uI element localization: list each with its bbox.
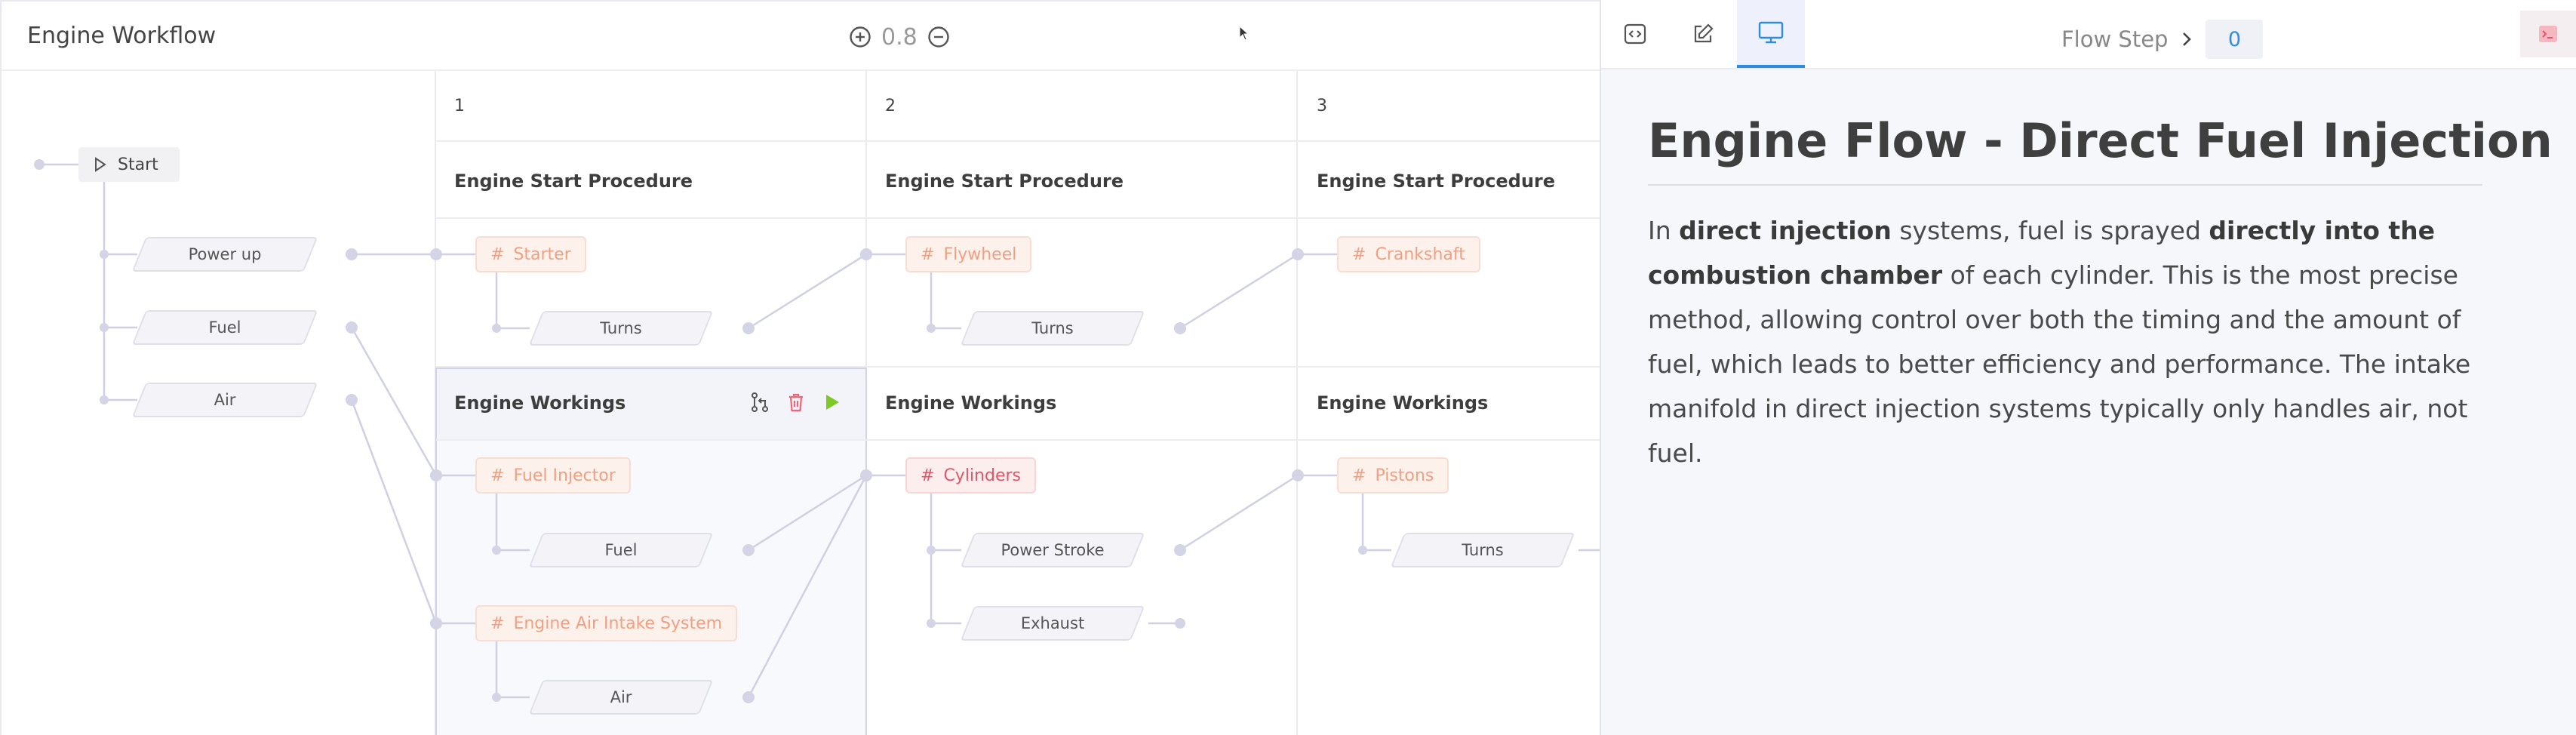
- app-title: Engine Workflow: [27, 23, 217, 49]
- output-flywheel-turns[interactable]: Turns: [967, 311, 1138, 346]
- doc-divider: [1648, 184, 2482, 186]
- input-air[interactable]: Air: [139, 383, 311, 417]
- breadcrumb: Flow Step 0: [2061, 20, 2264, 59]
- hash-icon: #: [921, 466, 935, 485]
- hash-icon: #: [921, 244, 935, 264]
- output-fuel[interactable]: Fuel: [536, 533, 706, 567]
- column-divider: [1296, 71, 1298, 735]
- delete-icon[interactable]: [785, 391, 807, 414]
- section-title-workings-1: Engine Workings: [454, 392, 626, 414]
- zoom-control: 0.8: [848, 23, 951, 51]
- tab-preview[interactable]: [1737, 0, 1805, 68]
- chevron-right-icon: [2183, 32, 2192, 46]
- row-separator: [436, 217, 1601, 219]
- detail-panel: Flow Step 0 Engine Flow - Direct Fuel In…: [1600, 0, 2576, 735]
- doc-body: In direct injection systems, fuel is spr…: [1648, 208, 2501, 475]
- doc-text-bold: direct injection: [1679, 216, 1892, 245]
- doc-text-segment: In: [1648, 216, 1680, 245]
- output-pistons-turns[interactable]: Turns: [1397, 533, 1568, 567]
- step-pistons[interactable]: # Pistons: [1337, 457, 1449, 494]
- input-power-up[interactable]: Power up: [139, 237, 311, 272]
- step-crankshaft[interactable]: # Crankshaft: [1337, 236, 1480, 272]
- row-separator: [436, 140, 1601, 142]
- play-outline-icon: [95, 157, 106, 172]
- hash-icon: #: [490, 614, 505, 633]
- step-number-badge[interactable]: 0: [2206, 20, 2264, 59]
- section-title-workings-3: Engine Workings: [1317, 392, 1489, 414]
- canvas-topbar: Engine Workflow 0.8: [2, 2, 1601, 71]
- section-toolbar: [749, 391, 844, 414]
- doc-text-segment: systems, fuel is sprayed: [1891, 216, 2209, 245]
- play-icon[interactable]: [821, 391, 844, 414]
- doc-text-segment: of each cylinder. This is the most preci…: [1648, 260, 2471, 468]
- mouse-pointer-icon: [1239, 25, 1250, 44]
- code-icon: [1624, 23, 1646, 45]
- terminal-button[interactable]: [2520, 11, 2576, 57]
- step-flywheel[interactable]: # Flywheel: [905, 236, 1032, 272]
- output-air[interactable]: Air: [536, 680, 706, 715]
- column-number-3: 3: [1317, 97, 1327, 115]
- hash-icon: #: [1352, 466, 1366, 485]
- row-separator: [436, 439, 1601, 441]
- zoom-in-icon[interactable]: [848, 25, 872, 49]
- section-title-start-procedure-2: Engine Start Procedure: [885, 171, 1124, 192]
- pencil-icon: [1694, 23, 1714, 43]
- step-starter[interactable]: # Starter: [475, 236, 586, 272]
- zoom-level: 0.8: [881, 23, 918, 51]
- workflow-canvas[interactable]: 1 2 3 Engine Start Procedure Engine Star…: [0, 0, 1601, 735]
- hash-icon: #: [490, 466, 505, 485]
- input-fuel[interactable]: Fuel: [139, 310, 311, 345]
- app-root: 1 2 3 Engine Start Procedure Engine Star…: [0, 0, 2576, 735]
- breadcrumb-label: Flow Step: [2061, 26, 2169, 52]
- section-title-start-procedure-1: Engine Start Procedure: [454, 171, 693, 192]
- branch-icon[interactable]: [749, 391, 771, 414]
- section-title-start-procedure-3: Engine Start Procedure: [1317, 171, 1556, 192]
- output-exhaust[interactable]: Exhaust: [967, 606, 1138, 641]
- start-node[interactable]: Start: [78, 147, 180, 182]
- column-number-1: 1: [454, 97, 465, 115]
- output-power-stroke[interactable]: Power Stroke: [967, 533, 1138, 567]
- step-air-intake[interactable]: # Engine Air Intake System: [475, 605, 738, 641]
- tab-code[interactable]: [1601, 0, 1669, 68]
- column-number-2: 2: [885, 97, 896, 115]
- tab-edit[interactable]: [1669, 0, 1737, 68]
- doc-title: Engine Flow - Direct Fuel Injection: [1648, 113, 2553, 168]
- hash-icon: #: [1352, 244, 1366, 264]
- row-separator: [436, 366, 1601, 368]
- step-fuel-injector[interactable]: # Fuel Injector: [475, 457, 631, 494]
- terminal-icon: [2539, 26, 2557, 42]
- monitor-icon: [1758, 21, 1784, 44]
- output-starter-turns[interactable]: Turns: [536, 311, 706, 346]
- panel-topbar: Flow Step 0: [1601, 0, 2576, 69]
- section-title-workings-2: Engine Workings: [885, 392, 1057, 414]
- hash-icon: #: [490, 244, 505, 264]
- step-cylinders[interactable]: # Cylinders: [905, 457, 1036, 494]
- zoom-out-icon[interactable]: [927, 25, 951, 49]
- start-label: Start: [118, 155, 158, 174]
